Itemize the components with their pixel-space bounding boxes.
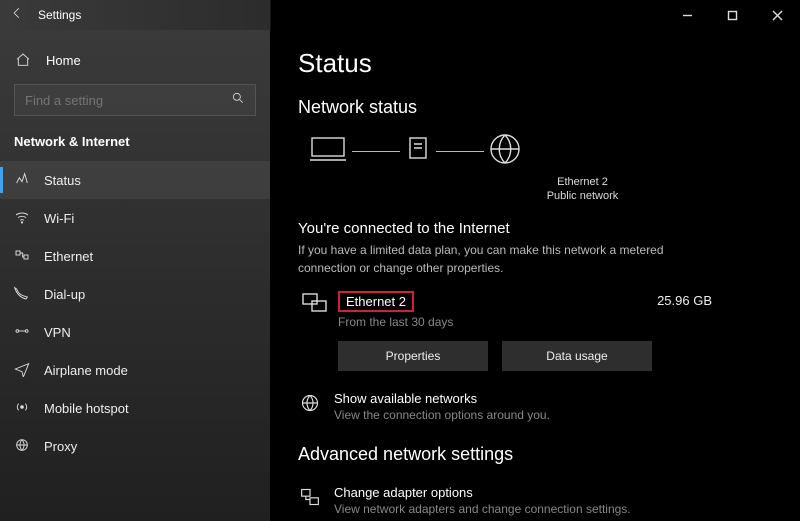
dialup-icon bbox=[14, 285, 30, 304]
diagram-adapter-type: Public network bbox=[393, 189, 772, 203]
home-nav[interactable]: Home bbox=[0, 42, 270, 78]
window-title: Settings bbox=[38, 8, 81, 22]
connection-icon bbox=[298, 291, 332, 315]
nav-label: Dial-up bbox=[44, 287, 85, 302]
nav-label: Airplane mode bbox=[44, 363, 128, 378]
search-icon bbox=[231, 91, 245, 110]
adapter-options-sub: View network adapters and change connect… bbox=[334, 502, 631, 516]
content-area: Status Network status Ethernet 2 Public … bbox=[270, 30, 800, 521]
nav-label: Status bbox=[44, 173, 81, 188]
airplane-icon bbox=[14, 361, 30, 380]
nav-hotspot[interactable]: Mobile hotspot bbox=[0, 389, 270, 427]
nav-label: VPN bbox=[44, 325, 71, 340]
nav-label: Proxy bbox=[44, 439, 77, 454]
status-icon bbox=[14, 171, 30, 190]
proxy-icon bbox=[14, 437, 30, 456]
globe-icon bbox=[298, 391, 322, 413]
nav-dialup[interactable]: Dial-up bbox=[0, 275, 270, 313]
connection-period: From the last 30 days bbox=[338, 315, 453, 329]
connection-name[interactable]: Ethernet 2 bbox=[338, 291, 414, 312]
advanced-heading: Advanced network settings bbox=[298, 444, 772, 465]
diagram-line bbox=[352, 151, 400, 152]
titlebar: Settings bbox=[0, 0, 800, 30]
show-networks-sub: View the connection options around you. bbox=[334, 408, 550, 422]
nav-vpn[interactable]: VPN bbox=[0, 313, 270, 351]
show-networks-title: Show available networks bbox=[334, 391, 550, 406]
nav-status[interactable]: Status bbox=[0, 161, 270, 199]
diagram-line bbox=[436, 151, 484, 152]
diagram-caption: Ethernet 2 Public network bbox=[393, 175, 772, 204]
pc-icon bbox=[308, 134, 348, 169]
wifi-icon bbox=[14, 209, 30, 228]
diagram-adapter-name: Ethernet 2 bbox=[393, 175, 772, 189]
adapter-icon bbox=[298, 485, 322, 507]
page-title: Status bbox=[298, 48, 772, 79]
ethernet-icon bbox=[14, 247, 30, 266]
nav-proxy[interactable]: Proxy bbox=[0, 427, 270, 465]
connection-block: Ethernet 2 From the last 30 days 25.96 G… bbox=[298, 291, 772, 329]
nav-wifi[interactable]: Wi-Fi bbox=[0, 199, 270, 237]
search-box[interactable] bbox=[14, 84, 256, 116]
sidebar: Home Network & Internet Status Wi-Fi bbox=[0, 30, 270, 521]
show-networks-link[interactable]: Show available networks View the connect… bbox=[298, 391, 772, 422]
hotspot-icon bbox=[14, 399, 30, 418]
data-usage-button[interactable]: Data usage bbox=[502, 341, 652, 371]
adapter-options-title: Change adapter options bbox=[334, 485, 631, 500]
globe-icon bbox=[488, 132, 522, 171]
network-diagram bbox=[308, 132, 772, 171]
nav-ethernet[interactable]: Ethernet bbox=[0, 237, 270, 275]
close-button[interactable] bbox=[755, 0, 800, 30]
sidebar-section-label: Network & Internet bbox=[0, 126, 270, 155]
connection-usage: 25.96 GB bbox=[657, 291, 772, 308]
adapter-icon bbox=[404, 134, 432, 169]
properties-button[interactable]: Properties bbox=[338, 341, 488, 371]
adapter-options-link[interactable]: Change adapter options View network adap… bbox=[298, 485, 772, 516]
connected-heading: You're connected to the Internet bbox=[298, 220, 772, 237]
home-icon bbox=[14, 52, 32, 68]
search-input[interactable] bbox=[25, 93, 231, 108]
connected-subtext: If you have a limited data plan, you can… bbox=[298, 241, 678, 277]
nav-label: Mobile hotspot bbox=[44, 401, 129, 416]
nav-label: Ethernet bbox=[44, 249, 93, 264]
network-status-heading: Network status bbox=[298, 97, 772, 118]
maximize-button[interactable] bbox=[710, 0, 755, 30]
nav-airplane[interactable]: Airplane mode bbox=[0, 351, 270, 389]
nav-label: Wi-Fi bbox=[44, 211, 74, 226]
vpn-icon bbox=[14, 323, 30, 342]
back-icon[interactable] bbox=[10, 6, 24, 25]
home-label: Home bbox=[46, 53, 81, 68]
minimize-button[interactable] bbox=[665, 0, 710, 30]
